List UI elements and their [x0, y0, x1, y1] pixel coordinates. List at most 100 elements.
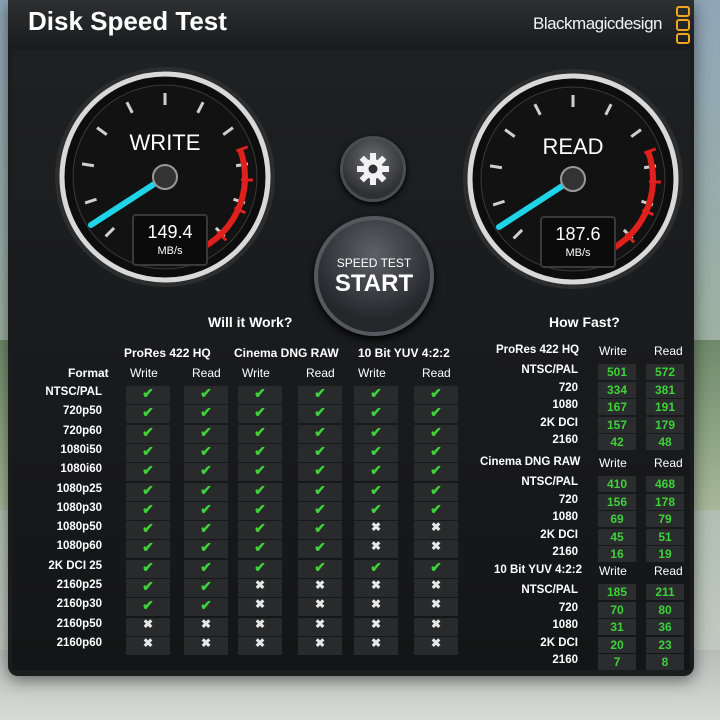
how-fast-format-label: NTSC/PAL: [521, 364, 578, 376]
read-gauge: READ 187.6 MB/s: [460, 66, 686, 292]
check-icon: ✔: [254, 404, 266, 421]
check-icon: ✔: [370, 462, 382, 479]
check-icon: ✔: [254, 500, 266, 517]
will-it-work-format-label: 1080p50: [56, 521, 102, 534]
how-fast-format-label: 2K DCI: [540, 528, 578, 541]
check-icon: ✔: [370, 423, 382, 440]
how-fast-group-header: Cinema DNG RAW: [480, 456, 581, 468]
how-fast-format-label: 720: [558, 381, 578, 394]
how-fast-write-value: 69: [598, 511, 636, 528]
app-window: Disk Speed Test Blackmagicdesign WRITE 1…: [8, 0, 694, 676]
check-icon: ✔: [142, 423, 154, 440]
cross-icon: ✖: [314, 578, 326, 592]
how-fast-format-label: 2160: [552, 434, 578, 447]
will-it-work-group-header: 10 Bit YUV 4:2:2: [358, 346, 450, 360]
check-icon: ✔: [370, 481, 382, 498]
check-icon: ✔: [430, 500, 442, 517]
how-fast-group-header: 10 Bit YUV 4:2:2: [494, 564, 582, 576]
settings-button[interactable]: [340, 136, 406, 202]
check-icon: ✔: [142, 385, 154, 401]
write-gauge-needle-hub: [152, 164, 178, 190]
how-fast-col-read: Read: [654, 456, 683, 470]
cross-icon: ✖: [200, 616, 212, 631]
how-fast-write-value: 31: [598, 619, 636, 636]
how-fast-read-value: 80: [646, 601, 684, 618]
how-fast-write-value: 185: [598, 584, 636, 600]
start-button-label: START: [334, 270, 414, 297]
check-icon: ✔: [254, 558, 266, 575]
check-icon: ✔: [370, 385, 382, 401]
how-fast-format-label: 2K DCI: [540, 636, 578, 649]
will-it-work-format-label: 720p60: [62, 424, 102, 437]
will-it-work-col-read: Read: [192, 366, 221, 380]
check-icon: ✔: [200, 578, 212, 594]
how-fast-read-value: 48: [646, 434, 684, 451]
cross-icon: ✖: [314, 616, 326, 631]
how-fast-heading: How Fast?: [549, 314, 620, 330]
gear-icon: [357, 153, 389, 185]
check-icon: ✔: [314, 462, 326, 479]
check-icon: ✔: [314, 423, 326, 440]
check-icon: ✔: [314, 539, 326, 556]
how-fast-format-label: 720: [558, 601, 578, 614]
how-fast-write-value: 42: [598, 434, 636, 451]
will-it-work-format-label: 1080i60: [60, 463, 102, 476]
start-button[interactable]: SPEED TEST START: [314, 216, 434, 336]
check-icon: ✔: [142, 520, 154, 537]
check-icon: ✔: [142, 462, 154, 479]
how-fast-format-label: 1080: [552, 619, 578, 632]
will-it-work-format-label: 2160p50: [56, 617, 102, 630]
will-it-work-col-write: Write: [242, 366, 270, 380]
cross-icon: ✖: [370, 616, 382, 631]
check-icon: ✔: [430, 385, 442, 401]
how-fast-write-value: 7: [598, 654, 636, 671]
how-fast-format-label: 720: [558, 493, 578, 506]
title-bar: Disk Speed Test Blackmagicdesign: [8, 0, 694, 46]
cross-icon: ✖: [142, 616, 154, 631]
check-icon: ✔: [200, 520, 212, 537]
cross-icon: ✖: [430, 520, 442, 535]
check-icon: ✔: [200, 558, 212, 575]
how-fast-write-value: 45: [598, 528, 636, 545]
will-it-work-format-label: 720p50: [62, 405, 102, 418]
will-it-work-format-label: 2K DCI 25: [48, 559, 102, 572]
check-icon: ✔: [142, 578, 154, 594]
cross-icon: ✖: [430, 539, 442, 554]
will-it-work-format-label: 2160p25: [56, 579, 102, 591]
will-it-work-col-write: Write: [358, 366, 386, 380]
how-fast-col-write: Write: [599, 456, 627, 470]
will-it-work-col-write: Write: [130, 366, 158, 380]
check-icon: ✔: [142, 442, 154, 459]
check-icon: ✔: [314, 558, 326, 575]
cross-icon: ✖: [430, 616, 442, 631]
check-icon: ✔: [314, 520, 326, 537]
cross-icon: ✖: [430, 635, 442, 650]
cross-icon: ✖: [370, 520, 382, 535]
how-fast-format-label: NTSC/PAL: [521, 476, 578, 488]
read-speed-value: 187.6: [555, 224, 601, 244]
check-icon: ✔: [314, 500, 326, 517]
app-title: Disk Speed Test: [28, 6, 227, 36]
check-icon: ✔: [200, 462, 212, 479]
will-it-work-format-label: 1080p60: [56, 540, 102, 553]
cross-icon: ✖: [254, 597, 266, 612]
cross-icon: ✖: [430, 597, 442, 612]
read-gauge-title: READ: [542, 134, 604, 159]
how-fast-read-value: 211: [646, 584, 684, 600]
will-it-work-format-header: Format: [68, 366, 109, 380]
check-icon: ✔: [314, 404, 326, 421]
brand-logo-icon: [676, 6, 690, 44]
check-icon: ✔: [200, 597, 212, 614]
write-speed-unit: MB/s: [157, 245, 183, 257]
main-panel: WRITE 149.4 MB/s READ 187.6 MB/s SPEED T…: [12, 50, 690, 671]
check-icon: ✔: [142, 539, 154, 556]
check-icon: ✔: [200, 500, 212, 517]
read-gauge-tick: [489, 164, 503, 170]
check-icon: ✔: [370, 404, 382, 421]
how-fast-write-value: 501: [598, 364, 636, 380]
how-fast-format-label: 2160: [552, 546, 578, 559]
how-fast-read-value: 51: [646, 528, 684, 545]
write-gauge: WRITE 149.4 MB/s: [52, 64, 278, 290]
how-fast-read-value: 8: [646, 654, 684, 671]
check-icon: ✔: [142, 404, 154, 421]
